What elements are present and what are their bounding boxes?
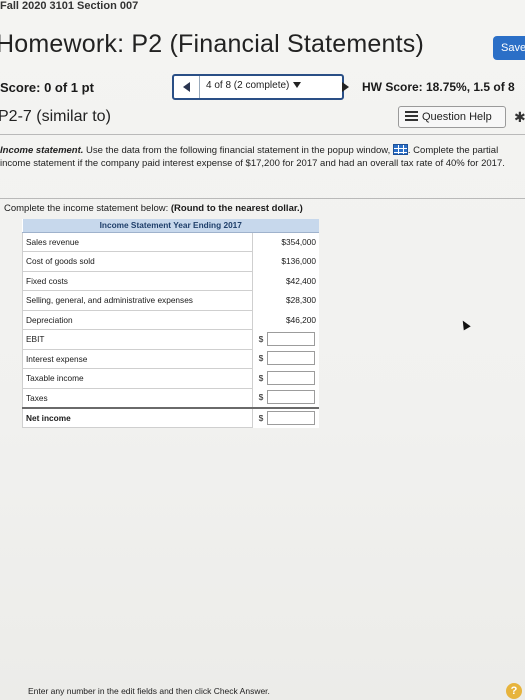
chevron-down-icon [293,82,302,89]
ebit-input[interactable] [266,331,315,346]
taxes-row: Taxes $ [22,387,320,408]
page-title: Homework: P2 (Financial Statements) [0,30,424,58]
next-question-button[interactable] [338,80,352,94]
interest-expense-row: Interest expense $ [22,348,320,369]
taxable-income-input[interactable] [266,370,315,385]
table-header-row: Income Statement Year Ending 2017 [22,219,319,233]
table-row: Fixed costs $42,400 [22,270,320,291]
divider [0,134,525,135]
instructions-lead: Income statement. [0,145,84,156]
score-label: Score: 0 of 1 pt [0,80,94,95]
footer-instruction: Enter any number in the edit fields and … [28,686,270,696]
instructions: Income statement. Use the data from the … [0,144,520,170]
net-income-cell: $ [252,406,319,427]
currency-symbol: $ [258,372,264,383]
row-label: Selling, general, and administrative exp… [22,290,253,311]
row-label: EBIT [22,329,253,350]
row-label: Fixed costs [22,270,253,291]
table-row: Depreciation $46,200 [22,309,320,330]
work-area: Complete the income statement below: (Ro… [0,198,525,700]
row-label: Net income [22,406,253,428]
row-label: Depreciation [22,309,253,330]
row-label: Taxable income [22,368,253,389]
net-income-row: Net income $ [22,406,319,428]
menu-icon [405,111,418,121]
interest-expense-input[interactable] [266,351,315,365]
table-title: Income Statement Year Ending 2017 [22,219,319,233]
gear-icon[interactable]: ✱ [514,109,525,126]
hw-score: HW Score: 18.75%, 1.5 of 8 [362,80,515,94]
row-value: $136,000 [281,256,316,267]
question-navigator: 4 of 8 (2 complete) [172,74,344,100]
question-help-button[interactable]: Question Help [398,106,506,128]
score-row: Score: 0 of 1 pt 4 of 8 (2 complete) HW … [0,74,525,104]
table-intro-prefix: Complete the income statement below: [4,203,171,214]
interest-expense-cell: $ [252,349,319,369]
table-intro-rounding: (Round to the nearest dollar.) [170,203,303,214]
ebit-cell: $ [252,330,319,350]
arrow-left-icon [183,82,190,92]
taxable-income-cell: $ [252,369,319,389]
save-button[interactable]: Save [493,36,525,60]
help-icon[interactable]: ? [506,683,522,699]
question-select[interactable]: 4 of 8 (2 complete) [206,80,302,91]
problem-id: P2-7 (similar to) [0,108,111,125]
table-intro: Complete the income statement below: (Ro… [4,203,303,214]
table-row: Selling, general, and administrative exp… [22,290,320,311]
taxes-input[interactable] [266,390,315,404]
question-select-label: 4 of 8 (2 complete) [206,80,290,91]
instructions-text-1: Use the data from the following financia… [83,145,391,156]
course-title: Fall 2020 3101 Section 007 [0,0,139,12]
net-income-input[interactable] [266,410,315,425]
currency-symbol: $ [258,412,264,423]
question-help-label: Question Help [422,111,492,123]
currency-symbol: $ [258,333,264,344]
table-row: Cost of goods sold $136,000 [22,251,320,272]
arrow-right-icon [341,82,349,92]
row-label: Cost of goods sold [22,251,253,272]
table-row: Sales revenue $354,000 [22,231,320,252]
currency-symbol: $ [258,392,264,402]
data-table-icon[interactable] [392,144,408,155]
row-value: $46,200 [286,314,316,325]
ebit-row: EBIT $ [22,329,320,350]
problem-row: P2-7 (similar to) Question Help ✱ [0,106,525,130]
row-label: Taxes [22,387,253,408]
row-value: $354,000 [281,237,316,247]
row-label: Sales revenue [22,231,253,252]
row-value: $28,300 [286,295,316,306]
taxable-income-row: Taxable income $ [22,368,320,389]
taxes-cell: $ [252,388,319,408]
previous-question-button[interactable] [174,76,200,98]
currency-symbol: $ [258,353,264,363]
row-label: Interest expense [22,348,253,369]
income-statement-table: Income Statement Year Ending 2017 Sales … [22,219,319,428]
homework-page: Fall 2020 3101 Section 007 Homework: P2 … [0,0,525,700]
row-value: $42,400 [286,275,316,286]
